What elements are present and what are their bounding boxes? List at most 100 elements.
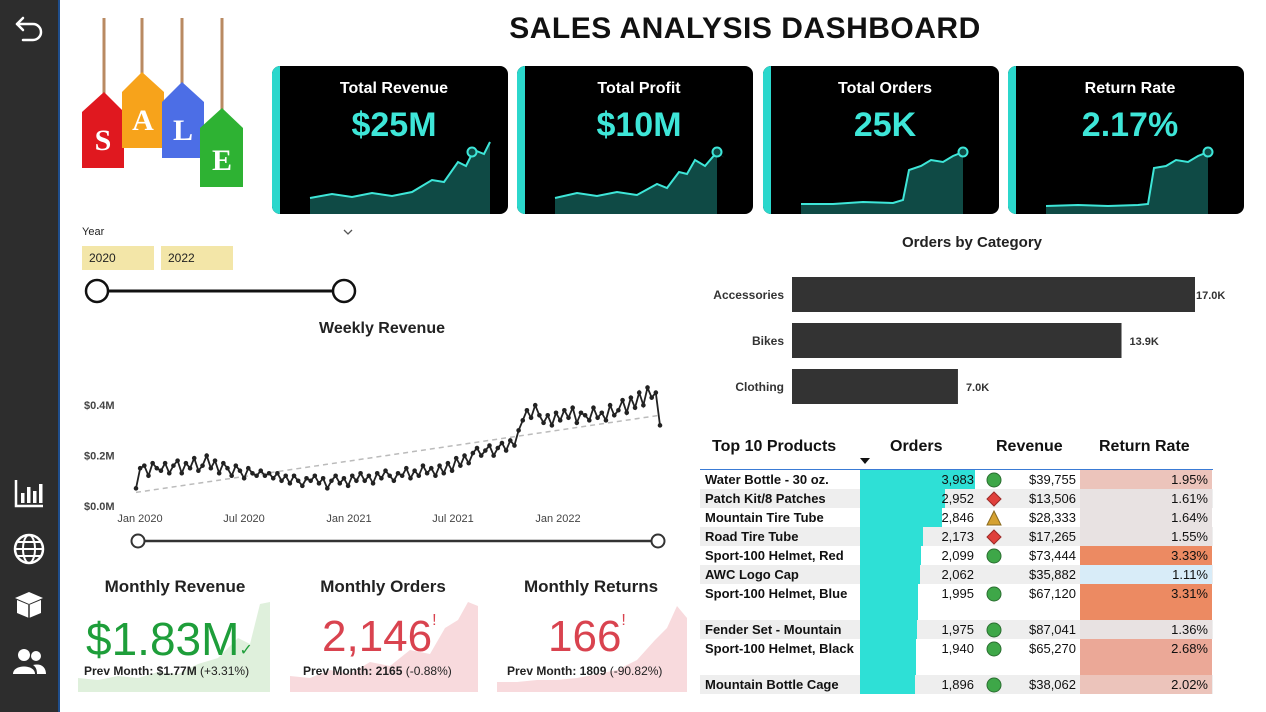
- data-point: [287, 481, 293, 486]
- x-tick-label: Jan 2022: [535, 513, 580, 525]
- year-from-input[interactable]: 2020: [82, 246, 154, 270]
- data-point: [179, 470, 185, 476]
- data-point: [653, 390, 659, 395]
- data-point: [312, 473, 318, 479]
- data-point: [636, 390, 642, 395]
- prev-text: Prev Month: 2165: [303, 664, 403, 678]
- product-name: Mountain Tire Tube: [705, 510, 824, 525]
- kpi-card-orders[interactable]: Total Orders 25K: [763, 66, 999, 214]
- data-point: [150, 460, 155, 466]
- return-rate-value: 1.61%: [1080, 489, 1212, 508]
- year-range-slider[interactable]: [82, 276, 362, 306]
- return-rate-value: 3.31%: [1080, 584, 1212, 620]
- sale-letter-l: L: [173, 114, 193, 147]
- return-rate-value: 1.36%: [1080, 620, 1212, 639]
- data-point: [171, 463, 176, 468]
- return-rate-value: 1.64%: [1080, 508, 1212, 527]
- table-title: Top 10 Products: [712, 438, 837, 455]
- data-point: [649, 395, 654, 400]
- data-point: [487, 443, 492, 448]
- table-row[interactable]: Mountain Bottle Cage 1,896 $38,062 2.02%: [700, 675, 1213, 694]
- data-point: [503, 448, 509, 453]
- data-point: [204, 453, 209, 458]
- slider-handle-start: [84, 278, 110, 304]
- orders-databar: [860, 675, 915, 694]
- change-text: (-90.82%): [609, 664, 663, 678]
- data-point: [345, 483, 351, 489]
- slider-handle-end: [650, 533, 666, 549]
- data-point: [208, 465, 214, 471]
- change-text: (+3.31%): [200, 664, 250, 678]
- kpi-card-revenue[interactable]: Total Revenue $25M: [272, 66, 508, 214]
- data-point: [146, 473, 151, 479]
- data-point: [641, 402, 646, 408]
- data-point: [537, 412, 542, 418]
- data-point: [549, 423, 555, 428]
- dashboard-title: SALES ANALYSIS DASHBOARD: [509, 12, 981, 45]
- data-point: [349, 473, 355, 479]
- slider-handle-start: [130, 533, 146, 549]
- data-point: [491, 453, 496, 458]
- chart-icon[interactable]: [11, 475, 47, 511]
- data-point: [154, 465, 160, 471]
- orders-value: 1,975: [941, 622, 974, 637]
- category-bar[interactable]: [792, 369, 958, 404]
- chevron-down-icon[interactable]: [343, 228, 353, 236]
- column-header-revenue[interactable]: Revenue: [996, 438, 1063, 456]
- data-point: [453, 455, 459, 461]
- back-icon[interactable]: [11, 10, 47, 46]
- data-point: [187, 465, 193, 471]
- data-point: [283, 473, 289, 479]
- data-point: [524, 407, 530, 413]
- orders-value: 2,952: [941, 491, 974, 506]
- table-row[interactable]: Sport-100 Helmet, Red 2,099 $73,444 3.33%: [700, 546, 1213, 565]
- kpi-card-profit[interactable]: Total Profit $10M: [517, 66, 753, 214]
- box-icon[interactable]: [11, 586, 47, 622]
- kpi-card-return-rate[interactable]: Return Rate 2.17%: [1008, 66, 1244, 214]
- bar-value-label: 7.0K: [966, 382, 989, 394]
- data-point: [512, 443, 517, 448]
- column-header-return-rate[interactable]: Return Rate: [1099, 438, 1190, 456]
- data-point: [258, 468, 264, 474]
- prev-text: Prev Month: $1.77M: [84, 664, 197, 678]
- data-point: [437, 463, 442, 468]
- monthly-revenue-title: Monthly Revenue: [104, 577, 246, 596]
- category-bar[interactable]: [792, 277, 1195, 312]
- product-name: Fender Set - Mountain: [705, 622, 842, 637]
- table-row[interactable]: AWC Logo Cap 2,062 $35,882 1.11%: [700, 565, 1213, 584]
- table-row[interactable]: Road Tire Tube 2,173 $17,265 1.55%: [700, 527, 1213, 546]
- product-name: Water Bottle - 30 oz.: [705, 472, 829, 487]
- orders-databar: [860, 565, 920, 584]
- table-row[interactable]: Sport-100 Helmet, Blue 1,995 $67,120 3.31%: [700, 584, 1213, 620]
- globe-icon[interactable]: [11, 531, 47, 567]
- data-point: [266, 470, 272, 476]
- category-bar[interactable]: [792, 323, 1122, 358]
- monthly-orders-title: Monthly Orders: [320, 577, 446, 596]
- table-row[interactable]: Patch Kit/8 Patches 2,952 $13,506 1.61%: [700, 489, 1213, 508]
- data-point: [557, 418, 563, 423]
- users-icon[interactable]: [11, 644, 47, 680]
- kpi-sparkline: [801, 146, 969, 214]
- slider-handle-end: [331, 278, 357, 304]
- return-rate-value: 1.95%: [1080, 470, 1212, 489]
- table-row[interactable]: Sport-100 Helmet, Black 1,940 $65,270 2.68%: [700, 639, 1213, 675]
- data-point: [395, 470, 401, 476]
- data-point: [408, 475, 413, 481]
- data-point: [599, 410, 605, 416]
- year-to-input[interactable]: 2022: [161, 246, 233, 270]
- table-row[interactable]: Fender Set - Mountain 1,975 $87,041 1.36%: [700, 620, 1213, 639]
- x-tick-label: Jul 2021: [432, 513, 474, 525]
- table-row[interactable]: Water Bottle - 30 oz. 3,983 $39,755 1.95%: [700, 470, 1213, 489]
- data-point: [250, 470, 255, 476]
- kpi-sparkline: [554, 146, 725, 214]
- sort-desc-icon[interactable]: [859, 457, 871, 465]
- column-header-orders[interactable]: Orders: [890, 438, 942, 456]
- category-label: Bikes: [752, 334, 784, 348]
- data-point: [366, 473, 372, 479]
- product-name: Road Tire Tube: [705, 529, 799, 544]
- data-point: [616, 407, 621, 413]
- date-range-slider[interactable]: [128, 530, 670, 552]
- alert-icon: !: [621, 612, 626, 629]
- data-point: [216, 470, 222, 476]
- table-row[interactable]: Mountain Tire Tube 2,846 $28,333 1.64%: [700, 508, 1213, 527]
